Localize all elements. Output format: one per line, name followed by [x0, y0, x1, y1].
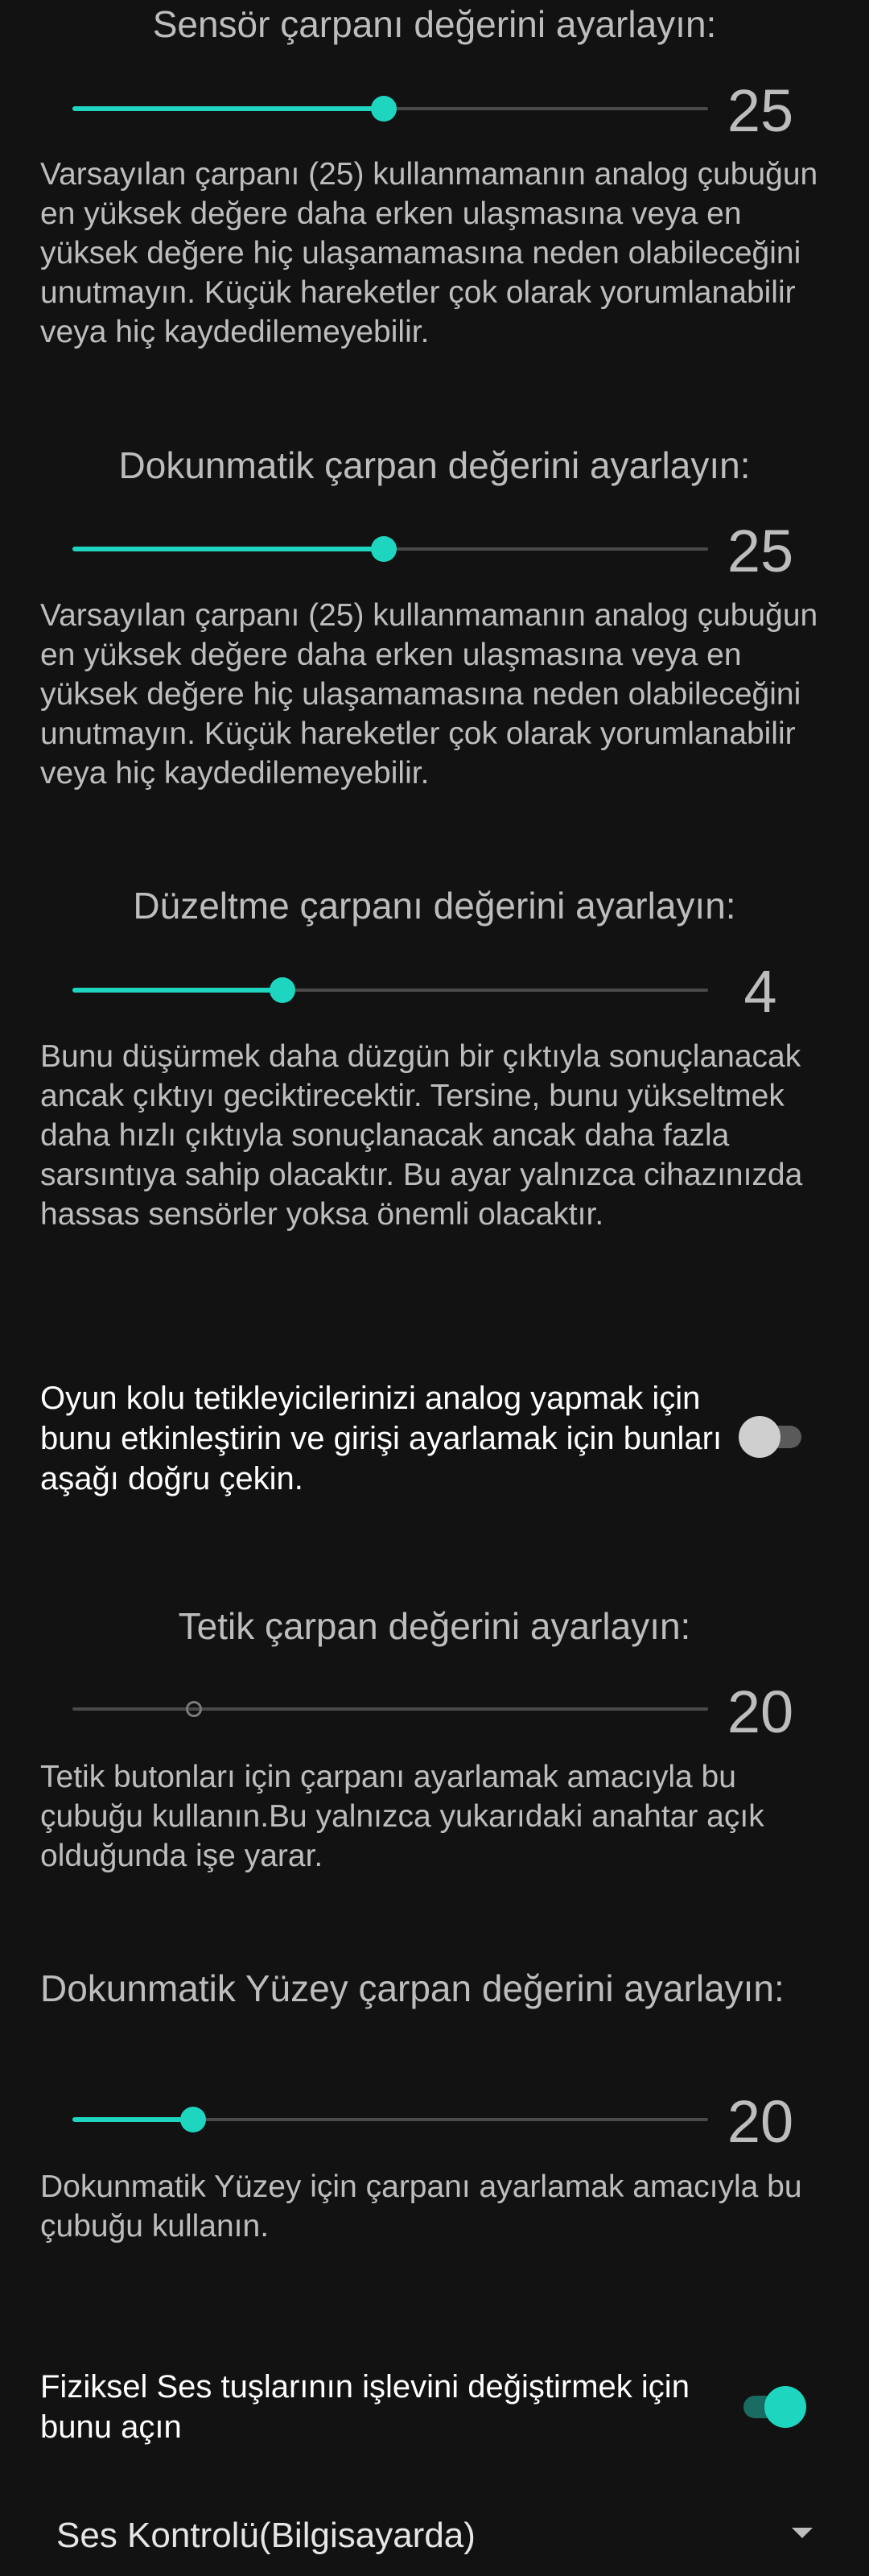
touchpad-multiplier-slider[interactable] [72, 2095, 708, 2144]
smoothing-multiplier-value: 4 [743, 958, 777, 1025]
trigger-multiplier-title: Tetik çarpan değerini ayarlayın: [178, 1605, 691, 1647]
slider-thumb[interactable] [371, 96, 397, 122]
analog-triggers-switch[interactable] [739, 1414, 806, 1459]
touchpad-multiplier-value: 20 [727, 2088, 794, 2155]
sensor-multiplier-description: Varsayılan çarpanı (25) kullanmamanın an… [40, 157, 818, 349]
touch-multiplier-value: 25 [727, 518, 794, 584]
touch-multiplier-title: Dokunmatik çarpan değerini ayarlayın: [118, 444, 751, 486]
slider-fill [72, 2117, 194, 2122]
slider-thumb[interactable] [186, 1701, 203, 1717]
touchpad-multiplier-title: Dokunmatik Yüzey çarpan değerini ayarlay… [40, 1967, 785, 2009]
slider-track [72, 1707, 708, 1711]
slider-fill [72, 106, 385, 111]
smoothing-multiplier-slider[interactable] [72, 966, 708, 1014]
volume-mode-dropdown[interactable]: Ses Kontrolü(Bilgisayarda) [40, 2504, 829, 2576]
smoothing-multiplier-title: Düzeltme çarpanı değerini ayarlayın: [133, 885, 736, 927]
trigger-multiplier-value: 20 [727, 1678, 794, 1745]
dropdown-arrow-icon[interactable] [792, 2528, 813, 2538]
touch-multiplier-slider[interactable] [72, 525, 708, 573]
touchpad-multiplier-description: Dokunmatik Yüzey için çarpanı ayarlamak … [40, 2169, 802, 2244]
switch-thumb[interactable] [764, 2386, 806, 2428]
volume-keys-switch[interactable] [739, 2384, 806, 2429]
trigger-multiplier-description: Tetik butonları için çarpanı ayarlamak a… [40, 1760, 764, 1873]
sensor-multiplier-title: Sensör çarpanı değerini ayarlayın: [152, 3, 717, 45]
slider-thumb[interactable] [269, 977, 295, 1003]
touch-multiplier-description: Varsayılan çarpanı (25) kullanmamanın an… [40, 598, 818, 791]
analog-triggers-label: Oyun kolu tetikleyicilerinizi analog yap… [40, 1381, 723, 1496]
slider-fill [72, 547, 385, 551]
slider-thumb[interactable] [371, 536, 397, 562]
volume-mode-selected: Ses Kontrolü(Bilgisayarda) [56, 2516, 476, 2555]
switch-thumb[interactable] [739, 1416, 780, 1458]
smoothing-multiplier-description: Bunu düşürmek daha düzgün bir çıktıyla s… [40, 1039, 803, 1232]
sensor-multiplier-value: 25 [727, 77, 794, 144]
volume-keys-label: Fiziksel Ses tuşlarının işlevini değişti… [40, 2369, 690, 2445]
slider-thumb[interactable] [180, 2107, 207, 2132]
sensor-multiplier-slider[interactable] [72, 85, 708, 133]
slider-fill [72, 988, 282, 993]
trigger-multiplier-slider[interactable] [72, 1685, 708, 1733]
